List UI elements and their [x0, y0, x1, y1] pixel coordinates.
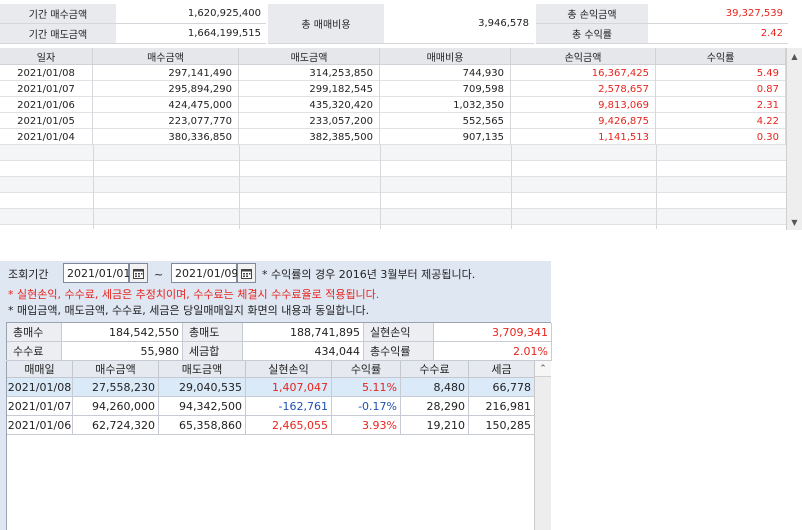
- table-row[interactable]: 2021/01/06 62,724,320 65,358,860 2,465,0…: [7, 416, 535, 435]
- realized-pnl-value: 3,709,341: [434, 323, 552, 342]
- col-divider: [656, 145, 657, 229]
- scroll-down-arrow-icon[interactable]: ▼: [787, 214, 802, 230]
- query-period-label: 조회기간: [8, 268, 49, 281]
- col-header-tax[interactable]: 세금: [469, 361, 535, 378]
- col-divider: [380, 145, 381, 229]
- col-header-fee[interactable]: 수수료: [401, 361, 469, 378]
- calendar-icon: [241, 268, 252, 279]
- empty-row: [0, 177, 786, 193]
- period-buy-label: 기간 매수금액: [0, 4, 116, 24]
- col-divider: [239, 145, 240, 229]
- scroll-up-arrow-icon[interactable]: ▲: [787, 48, 802, 64]
- total-fee-value: 3,946,578: [384, 4, 534, 44]
- total-rate-value: 2.42: [648, 24, 788, 44]
- col-header-fee[interactable]: 매매비용: [380, 48, 511, 65]
- fee-label: 수수료: [7, 342, 62, 361]
- start-calendar-button[interactable]: [129, 263, 148, 283]
- col-divider: [93, 145, 94, 229]
- period-sell-value: 1,664,199,515: [116, 24, 266, 44]
- trade-table: 매매일 매수금액 매도금액 실현손익 수익률 수수료 세금 2021/01/08…: [6, 361, 535, 530]
- empty-row: [0, 145, 786, 161]
- col-header-date[interactable]: 일자: [0, 48, 93, 65]
- total-rate-label: 총수익률: [364, 342, 434, 361]
- date-separator: ~: [154, 267, 164, 281]
- table-row[interactable]: 2021/01/08 297,141,490 314,253,850 744,9…: [0, 65, 786, 81]
- col-header-rate[interactable]: 수익률: [332, 361, 401, 378]
- total-buy-value: 184,542,550: [62, 323, 183, 342]
- table-row[interactable]: 2021/01/07 94,260,000 94,342,500 -162,76…: [7, 397, 535, 416]
- table-row[interactable]: 2021/01/06 424,475,000 435,320,420 1,032…: [0, 97, 786, 113]
- fee-value: 55,980: [62, 342, 183, 361]
- total-buy-label: 총매수: [7, 323, 62, 342]
- tax-label: 세금합: [183, 342, 243, 361]
- period-sell-label: 기간 매도금액: [0, 24, 116, 44]
- total-sell-value: 188,741,895: [243, 323, 364, 342]
- col-header-buy[interactable]: 매수금액: [93, 48, 239, 65]
- table-row[interactable]: 2021/01/04 380,336,850 382,385,500 907,1…: [0, 129, 786, 145]
- col-header-rate[interactable]: 수익률: [656, 48, 786, 65]
- col-header-buy[interactable]: 매수금액: [73, 361, 159, 378]
- table-row[interactable]: 2021/01/05 223,077,770 233,057,200 552,5…: [0, 113, 786, 129]
- tax-value: 434,044: [243, 342, 364, 361]
- col-divider: [511, 145, 512, 229]
- col-header-realized[interactable]: 실현손익: [246, 361, 332, 378]
- rate-availability-note: * 수익률의 경우 2016년 3월부터 제공됩니다.: [262, 268, 476, 281]
- col-header-sell[interactable]: 매도금액: [159, 361, 246, 378]
- estimate-note: * 실현손익, 수수료, 세금은 추정치이며, 수수료는 체결시 수수료율로 적…: [8, 288, 380, 301]
- bottom-summary-grid: 총매수 184,542,550 총매도 188,741,895 실현손익 3,7…: [6, 322, 552, 361]
- total-pnl-value: 39,327,539: [648, 4, 788, 24]
- realized-pnl-label: 실현손익: [364, 323, 434, 342]
- start-date-input[interactable]: 2021/01/01: [63, 263, 130, 283]
- empty-row: [0, 193, 786, 209]
- top-table-scrollbar[interactable]: ▲ ▼: [786, 48, 802, 230]
- col-header-trade-date[interactable]: 매매일: [7, 361, 73, 378]
- total-rate-label: 총 수익률: [536, 24, 648, 44]
- data-source-note: * 매입금액, 매도금액, 수수료, 세금은 당일매매일지 화면의 내용과 동일…: [8, 304, 370, 317]
- daily-table-body: 2021/01/08 297,141,490 314,253,850 744,9…: [0, 65, 786, 229]
- empty-row: [0, 161, 786, 177]
- total-fee-label: 총 매매비용: [268, 4, 384, 44]
- table-row[interactable]: 2021/01/07 295,894,290 299,182,545 709,5…: [0, 81, 786, 97]
- total-pnl-label: 총 손익금액: [536, 4, 648, 24]
- col-header-pnl[interactable]: 손익금액: [511, 48, 656, 65]
- total-rate-value: 2.01%: [434, 342, 552, 361]
- end-date-input[interactable]: 2021/01/09: [171, 263, 238, 283]
- scroll-up-arrow-icon[interactable]: ⌃: [535, 361, 551, 377]
- total-sell-label: 총매도: [183, 323, 243, 342]
- end-calendar-button[interactable]: [237, 263, 256, 283]
- trade-journal-panel: 조회기간 2021/01/01 ~ 2021/01/09 * 수익률의 경우 2…: [0, 261, 552, 530]
- empty-row: [0, 209, 786, 225]
- daily-pnl-panel: 기간 매수금액 1,620,925,400 기간 매도금액 1,664,199,…: [0, 0, 802, 232]
- calendar-icon: [133, 268, 144, 279]
- col-header-sell[interactable]: 매도금액: [239, 48, 380, 65]
- trade-table-scrollbar[interactable]: ⌃: [534, 361, 551, 530]
- table-row[interactable]: 2021/01/08 27,558,230 29,040,535 1,407,0…: [7, 378, 535, 397]
- period-buy-value: 1,620,925,400: [116, 4, 266, 24]
